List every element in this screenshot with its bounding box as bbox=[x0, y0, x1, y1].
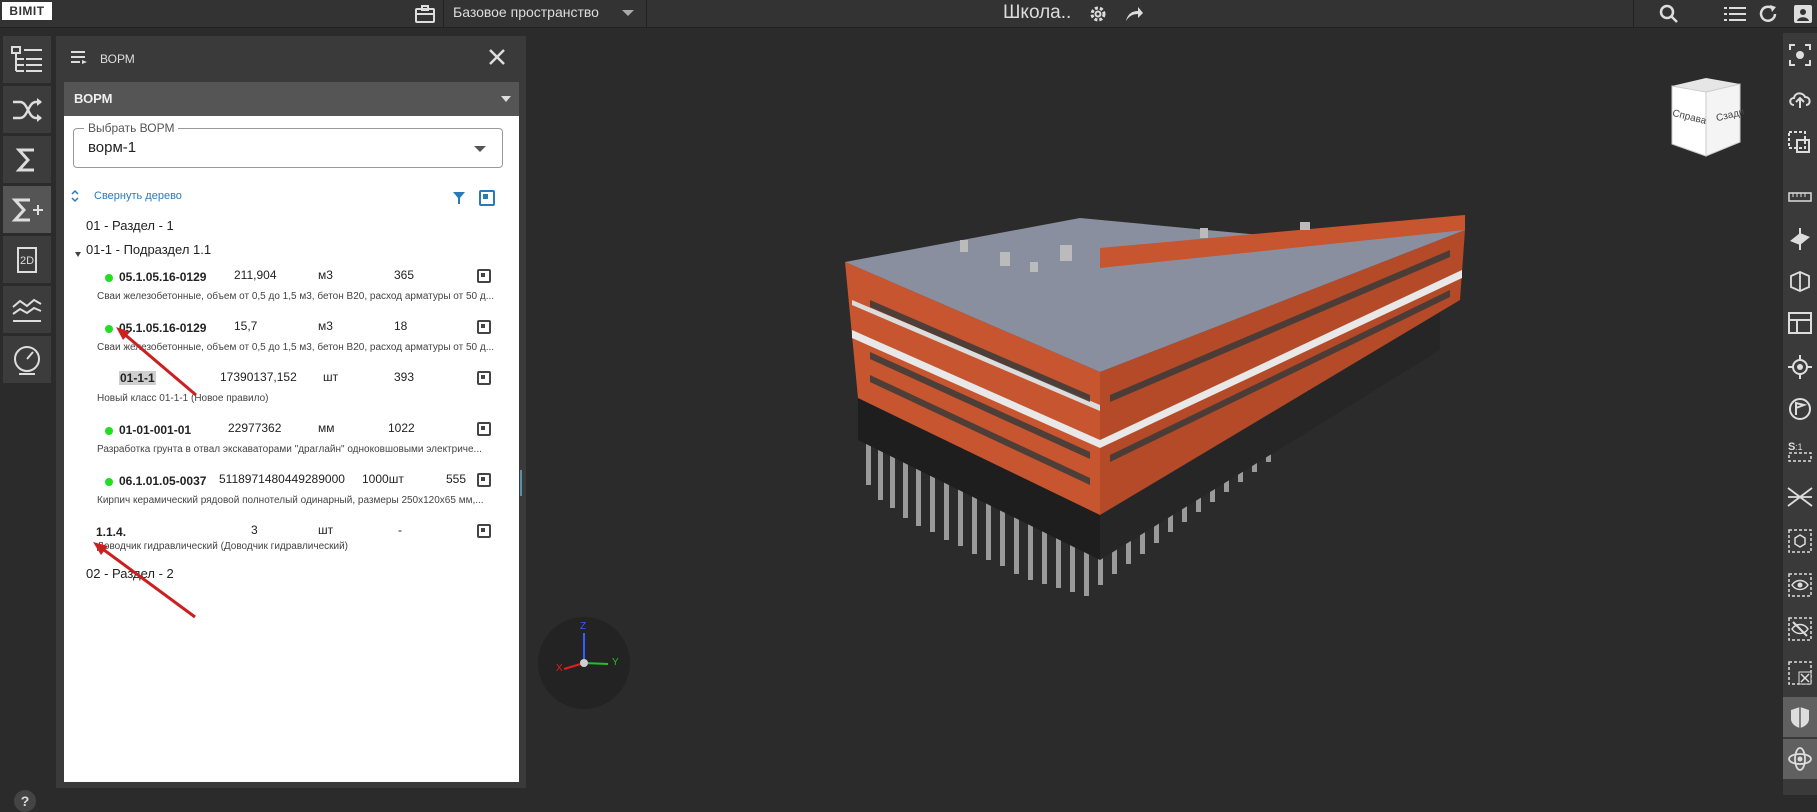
axis-compass: Z X Y bbox=[538, 617, 630, 709]
layout-icon[interactable] bbox=[1783, 303, 1817, 343]
axis-y-label: Y bbox=[612, 657, 619, 668]
tree-structure-icon[interactable] bbox=[3, 36, 51, 83]
sigma-plus-icon[interactable] bbox=[3, 186, 51, 233]
sigma-icon[interactable] bbox=[3, 136, 51, 183]
project-title: Школа.. bbox=[1003, 2, 1072, 23]
building-model[interactable] bbox=[527, 28, 1783, 795]
chart-icon[interactable] bbox=[3, 286, 51, 333]
left-toolbar: 2D ? bbox=[0, 33, 54, 812]
ruler-icon[interactable] bbox=[1783, 177, 1817, 217]
cloud-upload-icon[interactable] bbox=[1783, 79, 1817, 119]
close-icon[interactable] bbox=[488, 48, 506, 71]
shuffle-icon[interactable] bbox=[3, 86, 51, 133]
select-box-icon[interactable] bbox=[1783, 123, 1817, 163]
section-plane-icon[interactable] bbox=[1783, 219, 1817, 259]
logo: BIMIT bbox=[2, 2, 52, 20]
view-cube[interactable]: Справа Сзади bbox=[1666, 78, 1746, 163]
help-button[interactable]: ? bbox=[14, 790, 36, 812]
panel-header: ВОРМ bbox=[56, 36, 526, 82]
orbit-icon[interactable] bbox=[1783, 739, 1817, 779]
crossed-lines-icon[interactable] bbox=[1783, 477, 1817, 517]
svg-text:2D: 2D bbox=[20, 255, 34, 267]
menu-lines-icon[interactable] bbox=[71, 50, 87, 69]
section-box-icon[interactable] bbox=[1783, 261, 1817, 301]
flag-icon[interactable] bbox=[1783, 389, 1817, 429]
shield-cube-icon[interactable] bbox=[1783, 697, 1817, 737]
gear-icon[interactable] bbox=[1085, 0, 1111, 28]
eye-icon[interactable] bbox=[1783, 565, 1817, 605]
2d-drawing-icon[interactable]: 2D bbox=[3, 236, 51, 283]
axis-z-label: Z bbox=[580, 621, 587, 632]
refresh-icon[interactable] bbox=[1756, 0, 1782, 28]
panel-resize-handle[interactable] bbox=[520, 470, 522, 496]
cube-dashed-icon[interactable] bbox=[1783, 521, 1817, 561]
panel-title: ВОРМ bbox=[100, 52, 135, 66]
axis-x-label: X bbox=[556, 663, 563, 674]
space-select[interactable]: Базовое пространство bbox=[443, 0, 647, 28]
close-box-icon[interactable] bbox=[1783, 653, 1817, 693]
right-toolbar: S:1 bbox=[1783, 33, 1817, 795]
space-select-label: Базовое пространство bbox=[453, 4, 599, 20]
briefcase-icon[interactable] bbox=[412, 0, 438, 28]
top-bar: BIMIT Базовое пространство Школа.. bbox=[0, 0, 1817, 28]
model-viewport[interactable] bbox=[527, 28, 1783, 795]
share-icon[interactable] bbox=[1121, 0, 1147, 28]
focus-icon[interactable] bbox=[1783, 35, 1817, 75]
annotation-arrows bbox=[93, 327, 197, 619]
divider bbox=[1633, 0, 1634, 28]
gauge-icon[interactable] bbox=[3, 336, 51, 383]
scale-icon[interactable]: S:1 bbox=[1783, 431, 1817, 471]
vorm-panel: ВОРМ ВОРМ Выбрать ВОРМ ворм-1 Свернуть д… bbox=[56, 36, 526, 788]
chevron-down-icon bbox=[622, 10, 634, 16]
svg-text::1: :1 bbox=[1795, 442, 1803, 452]
list-icon[interactable] bbox=[1722, 0, 1748, 28]
target-icon[interactable] bbox=[1783, 347, 1817, 387]
search-icon[interactable] bbox=[1656, 0, 1682, 28]
eye-off-icon[interactable] bbox=[1783, 609, 1817, 649]
panel-body: ВОРМ Выбрать ВОРМ ворм-1 Свернуть дерево… bbox=[64, 82, 519, 782]
user-icon[interactable] bbox=[1790, 0, 1816, 28]
